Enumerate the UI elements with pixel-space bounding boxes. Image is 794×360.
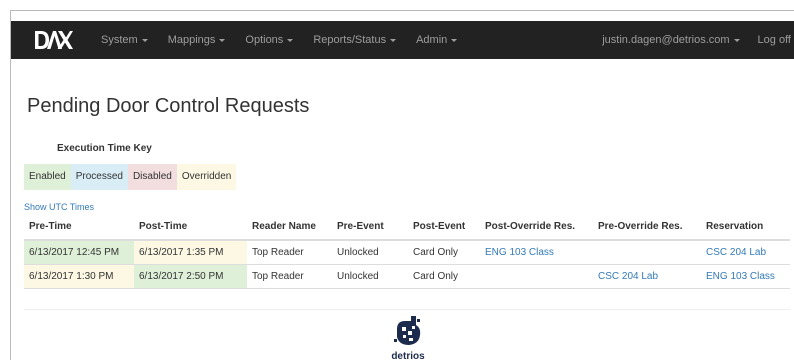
post-override-cell bbox=[480, 263, 593, 289]
reservation-link[interactable]: ENG 103 Class bbox=[706, 271, 775, 282]
column-header: Post-Override Res. bbox=[480, 214, 593, 241]
menu-mappings[interactable]: Mappings bbox=[168, 34, 226, 46]
caret-down-icon bbox=[733, 38, 740, 42]
brand-logo[interactable] bbox=[33, 29, 75, 51]
menu-options[interactable]: Options bbox=[245, 34, 294, 46]
navbar: System Mappings Options Reports/Status A… bbox=[11, 21, 794, 59]
post-time-cell: 6/13/2017 2:50 PM bbox=[134, 263, 247, 289]
pre-event-cell: Unlocked bbox=[332, 239, 408, 264]
post-override-link[interactable]: ENG 103 Class bbox=[485, 247, 554, 258]
column-header: Reader Name bbox=[247, 214, 332, 241]
reservation-link[interactable]: CSC 204 Lab bbox=[706, 247, 766, 258]
post-event-cell: Card Only bbox=[408, 263, 480, 289]
footer-logo-text: detrios bbox=[391, 351, 425, 360]
post-time-cell: 6/13/2017 1:35 PM bbox=[134, 239, 247, 264]
key-disabled: Disabled bbox=[127, 164, 177, 190]
page-title: Pending Door Control Requests bbox=[27, 95, 310, 117]
pre-override-cell: CSC 204 Lab bbox=[593, 263, 701, 289]
pre-event-cell: Unlocked bbox=[332, 263, 408, 289]
user-menu[interactable]: justin.dagen@detrios.com bbox=[602, 34, 740, 46]
column-header: Post-Time bbox=[134, 214, 247, 241]
caret-down-icon bbox=[219, 38, 226, 42]
table-row: 6/13/2017 12:45 PM 6/13/2017 1:35 PM Top… bbox=[24, 239, 790, 264]
pre-time-cell: 6/13/2017 12:45 PM bbox=[24, 239, 134, 264]
post-event-cell: Card Only bbox=[408, 239, 480, 264]
footer-logo: detrios bbox=[384, 315, 432, 360]
key-processed: Processed bbox=[70, 164, 128, 190]
caret-down-icon bbox=[141, 38, 148, 42]
caret-down-icon bbox=[287, 38, 294, 42]
navbar-right: justin.dagen@detrios.com Log off bbox=[602, 21, 794, 59]
caret-down-icon bbox=[390, 38, 397, 42]
column-header: Pre-Time bbox=[24, 214, 134, 241]
key-overridden: Overridden bbox=[176, 164, 237, 190]
menu-system[interactable]: System bbox=[101, 34, 148, 46]
column-header: Reservation bbox=[701, 214, 790, 241]
pending-requests-table: Pre-Time Post-Time Reader Name Pre-Event… bbox=[24, 214, 790, 289]
show-utc-times-link[interactable]: Show UTC Times bbox=[24, 202, 94, 212]
pre-time-cell: 6/13/2017 1:30 PM bbox=[24, 263, 134, 289]
column-header: Pre-Override Res. bbox=[593, 214, 701, 241]
table-header-row: Pre-Time Post-Time Reader Name Pre-Event… bbox=[24, 214, 790, 241]
reservation-cell: CSC 204 Lab bbox=[701, 239, 790, 264]
footer-divider bbox=[24, 309, 790, 310]
detrios-logo-icon bbox=[394, 316, 421, 345]
column-header: Pre-Event bbox=[332, 214, 408, 241]
reader-name-cell: Top Reader bbox=[247, 263, 332, 289]
reservation-cell: ENG 103 Class bbox=[701, 263, 790, 289]
column-header: Post-Event bbox=[408, 214, 480, 241]
pre-override-link[interactable]: CSC 204 Lab bbox=[598, 271, 658, 282]
execution-time-key: Enabled Processed Disabled Overridden bbox=[24, 164, 237, 190]
browser-frame: System Mappings Options Reports/Status A… bbox=[10, 10, 794, 360]
key-title: Execution Time Key bbox=[57, 143, 152, 154]
caret-down-icon bbox=[451, 38, 458, 42]
menu-admin[interactable]: Admin bbox=[416, 34, 458, 46]
table-row: 6/13/2017 1:30 PM 6/13/2017 2:50 PM Top … bbox=[24, 263, 790, 289]
pre-override-cell bbox=[593, 239, 701, 264]
logoff-link[interactable]: Log off bbox=[758, 34, 791, 46]
reader-name-cell: Top Reader bbox=[247, 239, 332, 264]
key-enabled: Enabled bbox=[24, 164, 71, 190]
dax-logo-icon bbox=[35, 31, 73, 49]
post-override-cell: ENG 103 Class bbox=[480, 239, 593, 264]
menu-reports-status[interactable]: Reports/Status bbox=[313, 34, 397, 46]
